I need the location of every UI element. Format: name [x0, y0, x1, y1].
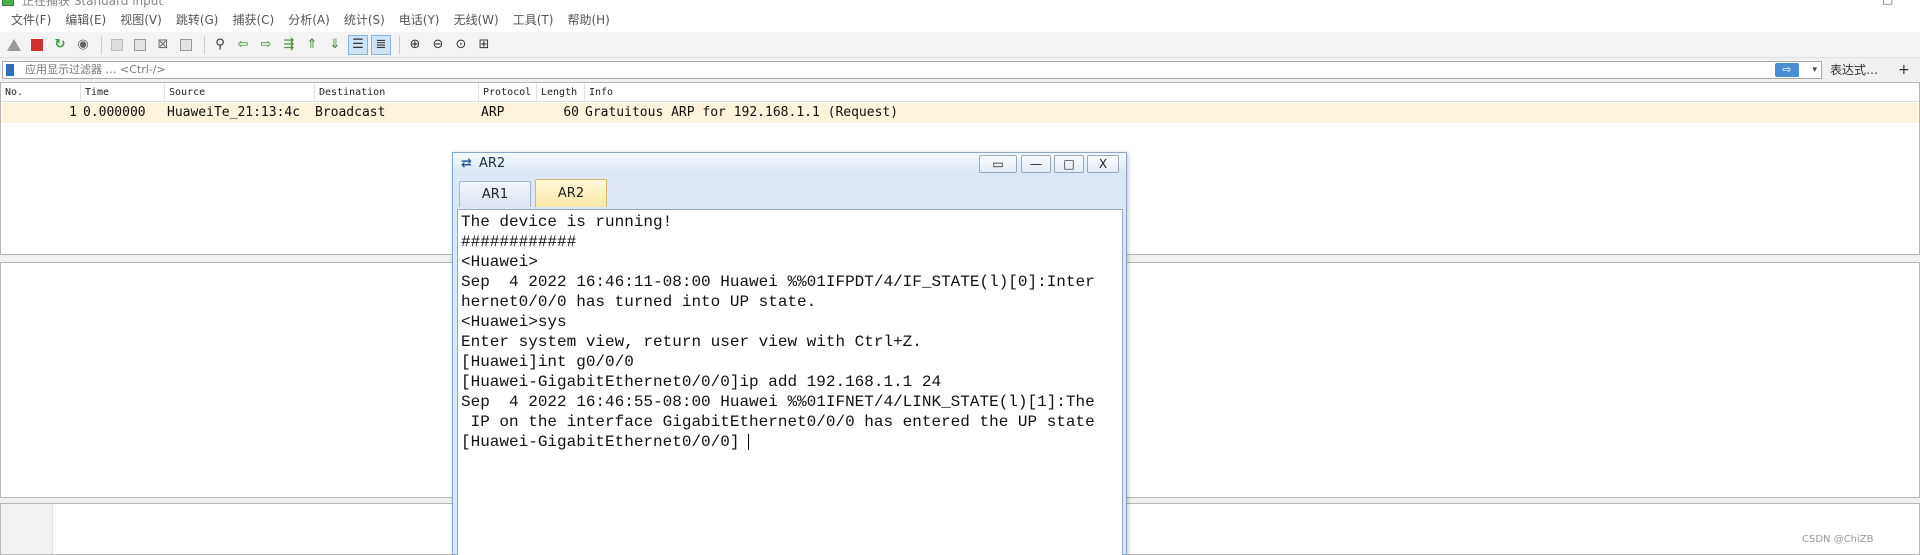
- display-filter-input[interactable]: 应用显示过滤器 … <Ctrl-/> ⇨ ▾: [2, 61, 1822, 79]
- menu-help[interactable]: 帮助(H): [560, 8, 616, 32]
- console-line: [Huawei]int g0/0/0: [461, 353, 634, 371]
- display-filter-bar: 应用显示过滤器 … <Ctrl-/> ⇨ ▾ 表达式… +: [0, 60, 1920, 80]
- console-line: ############: [461, 233, 577, 251]
- auto-scroll-icon[interactable]: ☰: [348, 34, 368, 55]
- packet-destination: Broadcast: [315, 105, 386, 120]
- zoom-in-icon[interactable]: ⊕: [405, 35, 425, 55]
- menu-file[interactable]: 文件(F): [4, 8, 58, 32]
- menu-edit[interactable]: 编辑(E): [58, 8, 113, 32]
- filter-bookmark-icon[interactable]: [6, 64, 14, 76]
- main-window-title: 正在捕获 Standard input: [22, 0, 164, 8]
- main-title-bar: 正在捕获 Standard input — □: [0, 0, 1920, 8]
- reload-file-icon[interactable]: [176, 35, 196, 55]
- toolbar-separator: [204, 35, 205, 54]
- close-file-icon[interactable]: ⊠: [153, 35, 173, 55]
- packet-no: 1: [69, 105, 77, 120]
- tab-ar2[interactable]: AR2: [535, 179, 607, 207]
- packet-time: 0.000000: [83, 105, 146, 120]
- menu-bar: 文件(F) 编辑(E) 视图(V) 跳转(G) 捕获(C) 分析(A) 统计(S…: [0, 8, 1920, 32]
- add-filter-button[interactable]: +: [1898, 60, 1910, 80]
- dialog-title-bar[interactable]: ⇄ AR2 ▭ — □ X: [453, 153, 1126, 175]
- capture-options-icon[interactable]: ◉: [73, 35, 93, 55]
- filter-history-dropdown-icon[interactable]: ▾: [1812, 62, 1817, 78]
- column-header-time[interactable]: Time: [81, 83, 165, 102]
- console-line: <Huawei>sys: [461, 313, 567, 331]
- column-header-info[interactable]: Info: [585, 83, 1919, 102]
- packet-length: 60: [563, 105, 579, 120]
- display-filter-placeholder[interactable]: 应用显示过滤器 … <Ctrl-/>: [25, 62, 166, 78]
- column-header-length[interactable]: Length: [537, 83, 585, 102]
- dialog-title: AR2: [479, 156, 506, 171]
- save-file-icon[interactable]: [130, 35, 150, 55]
- menu-go[interactable]: 跳转(G): [169, 8, 226, 32]
- column-header-source[interactable]: Source: [165, 83, 315, 102]
- apply-filter-arrow-icon[interactable]: ⇨: [1775, 63, 1799, 77]
- console-line: [Huawei-GigabitEthernet0/0/0]ip add 192.…: [461, 373, 942, 391]
- tab-ar1[interactable]: AR1: [459, 181, 531, 207]
- menu-statistics[interactable]: 统计(S): [337, 8, 392, 32]
- ar2-console-window[interactable]: ⇄ AR2 ▭ — □ X AR1 AR2 The device is runn…: [452, 152, 1127, 555]
- console-line: <Huawei>: [461, 253, 538, 271]
- open-file-icon[interactable]: [107, 35, 127, 55]
- shark-fin-start-icon[interactable]: [4, 35, 24, 55]
- app-icon: [2, 0, 14, 6]
- go-forward-icon[interactable]: ⇨: [256, 35, 276, 55]
- go-back-icon[interactable]: ⇦: [233, 35, 253, 55]
- column-header-destination[interactable]: Destination: [315, 83, 479, 102]
- restore-layout-button[interactable]: ▭: [979, 155, 1017, 173]
- toolbar-separator: [101, 35, 102, 54]
- text-caret: [748, 434, 749, 450]
- dialog-minimize-button[interactable]: —: [1021, 155, 1051, 173]
- console-line: Sep 4 2022 16:46:11-08:00 Huawei %%01IFP…: [461, 273, 1095, 291]
- zoom-normal-icon[interactable]: ⊙: [451, 35, 471, 55]
- console-terminal[interactable]: The device is running! ############ <Hua…: [457, 209, 1123, 555]
- zoom-out-icon[interactable]: ⊖: [428, 35, 448, 55]
- menu-view[interactable]: 视图(V): [113, 8, 169, 32]
- console-line: The device is running!: [461, 213, 673, 231]
- colorize-packets-icon[interactable]: ≣: [371, 34, 391, 55]
- packet-info: Gratuitous ARP for 192.168.1.1 (Request): [585, 105, 899, 120]
- expression-button[interactable]: 表达式…: [1830, 61, 1878, 79]
- minimize-window-button[interactable]: —: [1842, 0, 1854, 6]
- menu-wireless[interactable]: 无线(W): [447, 8, 506, 32]
- table-row[interactable]: 1 0.000000 HuaweiTe_21:13:4c Broadcast A…: [1, 103, 1919, 123]
- packet-list-header: No. Time Source Destination Protocol Len…: [1, 83, 1919, 102]
- toolbar-separator: [399, 35, 400, 54]
- resize-columns-icon[interactable]: ⊞: [474, 35, 494, 55]
- console-line: Enter system view, return user view with…: [461, 333, 922, 351]
- console-line: hernet0/0/0 has turned into UP state.: [461, 293, 817, 311]
- bytes-offset-gutter: [1, 504, 53, 554]
- watermark: CSDN @ChiZB: [1802, 534, 1874, 545]
- router-console-icon: ⇄: [461, 156, 472, 171]
- go-first-packet-icon[interactable]: ⇑: [302, 35, 322, 55]
- main-toolbar: ↻ ◉ ⊠ ⚲ ⇦ ⇨ ⇶ ⇑ ⇓ ☰ ≣ ⊕ ⊖ ⊙ ⊞: [0, 32, 1920, 58]
- find-packet-icon[interactable]: ⚲: [210, 35, 230, 55]
- menu-analyze[interactable]: 分析(A): [281, 8, 337, 32]
- console-line: Sep 4 2022 16:46:55-08:00 Huawei %%01IFN…: [461, 393, 1095, 411]
- menu-capture[interactable]: 捕获(C): [225, 8, 281, 32]
- column-header-protocol[interactable]: Protocol: [479, 83, 537, 102]
- console-tab-bar: AR1 AR2: [457, 179, 1117, 207]
- column-header-no[interactable]: No.: [1, 83, 81, 102]
- packet-protocol: ARP: [481, 105, 505, 120]
- menu-telephony[interactable]: 电话(Y): [392, 8, 447, 32]
- menu-tools[interactable]: 工具(T): [506, 8, 561, 32]
- dialog-close-button[interactable]: X: [1087, 155, 1119, 173]
- go-last-packet-icon[interactable]: ⇓: [325, 35, 345, 55]
- console-prompt-line: [Huawei-GigabitEthernet0/0/0]: [461, 433, 740, 451]
- dialog-maximize-button[interactable]: □: [1054, 155, 1084, 173]
- console-line: IP on the interface GigabitEthernet0/0/0…: [461, 413, 1095, 431]
- go-to-packet-icon[interactable]: ⇶: [279, 35, 299, 55]
- packet-source: HuaweiTe_21:13:4c: [167, 105, 301, 120]
- maximize-window-button[interactable]: □: [1882, 0, 1893, 6]
- restart-capture-icon[interactable]: ↻: [50, 35, 70, 55]
- stop-capture-icon[interactable]: [27, 35, 47, 55]
